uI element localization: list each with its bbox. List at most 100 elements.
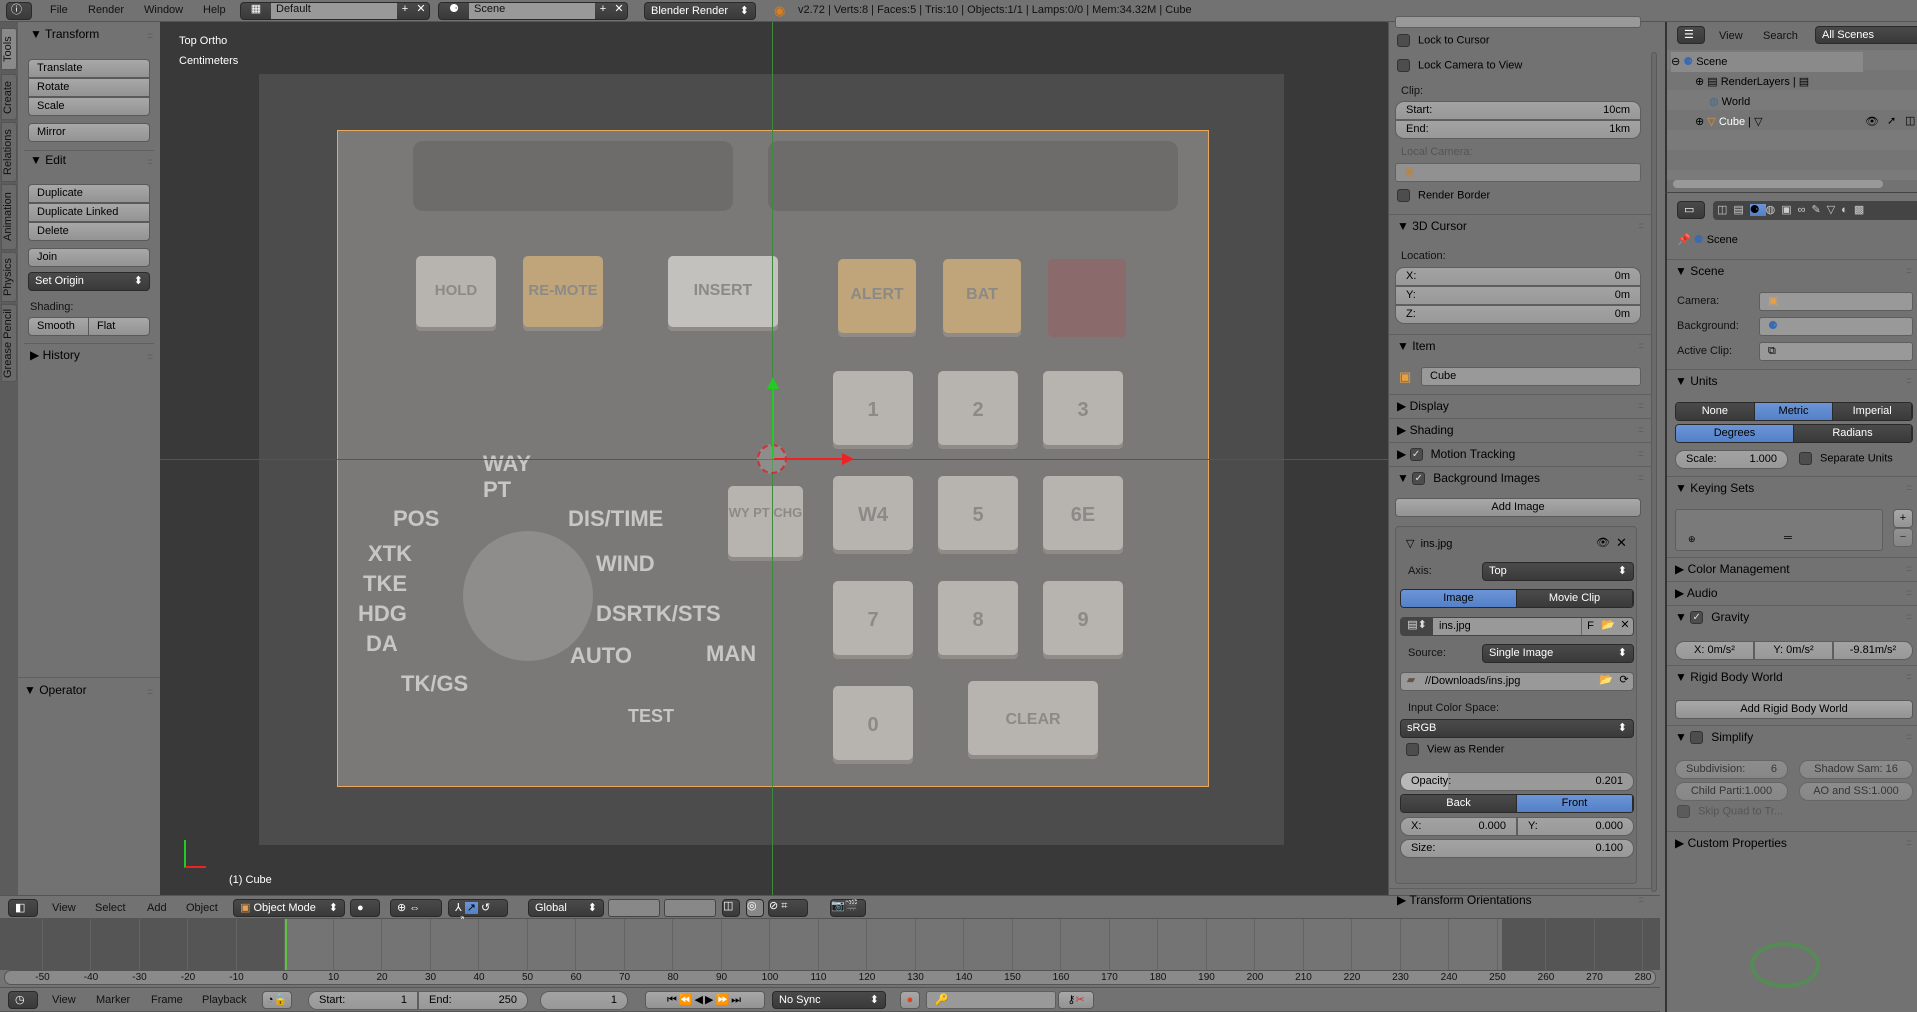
panel-3d-cursor[interactable]: ▼ 3D Cursor::::	[1389, 214, 1651, 236]
tab-animation[interactable]: Animation	[1, 184, 17, 250]
insert-keyframe-icons[interactable]: ⚷✂	[1058, 991, 1094, 1009]
menu-window[interactable]: Window	[144, 4, 183, 16]
lock-camera-icon[interactable]: ◫	[722, 899, 740, 917]
image-file-selector[interactable]: ▤⬍ ins.jpg F 📂 ✕	[1400, 617, 1634, 636]
axis-dropdown[interactable]: Top ⬍	[1482, 562, 1634, 581]
panel-header-history[interactable]: ▶ History	[30, 348, 80, 362]
skip-quad-checkbox[interactable]: Skip Quad to Tr...	[1677, 805, 1783, 818]
menu-select[interactable]: Select	[95, 902, 126, 914]
separate-units-checkbox[interactable]: Separate Units	[1799, 452, 1893, 465]
open-folder-icon[interactable]: 📂	[1599, 618, 1617, 635]
panel-rigid-body-world[interactable]: ▼ Rigid Body World::::	[1667, 665, 1917, 687]
unlink-icon[interactable]: ✕	[1617, 618, 1633, 635]
panel-motion-tracking[interactable]: ▶ ✓ Motion Tracking::::	[1389, 442, 1651, 464]
clip-end-field[interactable]: End: 1km	[1395, 120, 1641, 139]
render-border-checkbox[interactable]: Render Border	[1397, 189, 1490, 202]
display-mode-dropdown[interactable]: All Scenes	[1815, 26, 1917, 44]
tab-tools[interactable]: Tools	[1, 28, 17, 70]
remove-keying-set-button[interactable]: −	[1893, 528, 1913, 547]
front-button[interactable]: Front	[1517, 795, 1633, 812]
unit-system-toggle[interactable]: None Metric Imperial	[1675, 402, 1913, 421]
offset-y-field[interactable]: Y: 0.000	[1517, 817, 1634, 836]
join-button[interactable]: Join	[28, 248, 150, 267]
editor-type-properties-button[interactable]: ▭	[1677, 201, 1705, 219]
browse-file-icon[interactable]: 📂	[1597, 673, 1615, 690]
outliner-menu-search[interactable]: Search	[1763, 30, 1798, 42]
editor-type-outliner-button[interactable]: ☰	[1677, 26, 1705, 44]
pivot-dropdown[interactable]: ⊕ ⇔	[390, 899, 442, 917]
panel-transform-orientations[interactable]: ▶ Transform Orientations::::	[1389, 888, 1651, 910]
close-icon[interactable]: ✕	[413, 3, 429, 19]
viewport-shading-dropdown[interactable]: ●	[350, 899, 380, 917]
unit-metric[interactable]: Metric	[1754, 403, 1834, 420]
clip-start-field[interactable]: Start: 10cm	[1395, 101, 1641, 120]
image-source-toggle[interactable]: Image Movie Clip	[1400, 589, 1634, 608]
eye-icon[interactable]: 👁	[1596, 536, 1610, 549]
x-arrow-handle[interactable]	[774, 458, 844, 460]
rotate-button[interactable]: Rotate	[28, 78, 150, 97]
panel-header-operator[interactable]: ▼ Operator	[24, 683, 87, 697]
timeline-ruler[interactable]: -50 -40 -30 -20 -10 0 10 20 30 40 50 60 70 80 90 100 110…	[4, 970, 1656, 985]
outliner-item-renderlayers[interactable]: ⊕ ▤ RenderLayers | ▤	[1695, 72, 1809, 92]
child-particles-field[interactable]: Child Parti:1.000	[1675, 782, 1788, 801]
selectable-cursor-icon[interactable]: ➚	[1887, 114, 1896, 127]
timeline-menu-view[interactable]: View	[52, 994, 76, 1006]
snap-icon[interactable]: ⊘ ⌗	[768, 899, 808, 917]
preview-range-icon[interactable]: ◔🔒	[262, 991, 292, 1009]
render-opengl-icons[interactable]: 📷🎬	[830, 899, 866, 917]
remove-image-icon[interactable]: ✕	[1616, 535, 1627, 551]
editor-type-timeline-button[interactable]: ◷	[8, 991, 38, 1009]
add-keying-set-button[interactable]: +	[1893, 509, 1913, 528]
cursor-y-field[interactable]: Y: 0m	[1395, 286, 1641, 305]
sync-mode-dropdown[interactable]: No Sync ⬍	[772, 991, 886, 1009]
radians-button[interactable]: Radians	[1794, 425, 1912, 442]
movie-clip-tab[interactable]: Movie Clip	[1517, 590, 1633, 607]
reload-icon[interactable]: ⟳	[1615, 673, 1633, 690]
timeline-menu-frame[interactable]: Frame	[151, 994, 183, 1006]
local-camera-field[interactable]: ▣	[1395, 163, 1641, 182]
panel-keying-sets[interactable]: ▼ Keying Sets::::	[1667, 476, 1917, 498]
fake-user-button[interactable]: F	[1581, 618, 1599, 635]
back-button[interactable]: Back	[1401, 795, 1517, 812]
active-clip-field[interactable]: ⧉	[1759, 342, 1913, 361]
shadow-samples-field[interactable]: Shadow Sam: 16	[1799, 760, 1913, 779]
outliner-item-world[interactable]: ◍ World	[1709, 92, 1750, 112]
panel-simplify[interactable]: ▼ Simplify::::	[1667, 725, 1917, 747]
panel-header-transform[interactable]: ▼ Transform	[30, 27, 99, 41]
menu-add[interactable]: Add	[147, 902, 167, 914]
editor-type-info-button[interactable]: ⓘ	[6, 2, 32, 20]
object-name-field[interactable]: Cube	[1421, 367, 1641, 386]
tab-grease-pencil[interactable]: Grease Pencil	[1, 304, 17, 382]
menu-render[interactable]: Render	[88, 4, 124, 16]
timeline[interactable]: -50 -40 -30 -20 -10 0 10 20 30 40 50 60 70 80 90 100 110…	[0, 919, 1660, 986]
mirror-button[interactable]: Mirror	[28, 123, 150, 142]
editor-type-3dview-button[interactable]: ◧	[8, 899, 38, 917]
cursor-z-field[interactable]: Z: 0m	[1395, 305, 1641, 324]
panel-units[interactable]: ▼ Units::::	[1667, 369, 1917, 391]
camera-field[interactable]: ▣	[1759, 292, 1913, 311]
panel-gravity[interactable]: ▼ ✓ Gravity::::	[1667, 605, 1917, 627]
color-space-dropdown[interactable]: sRGB ⬍	[1400, 719, 1634, 738]
panel-background-images[interactable]: ▼ ✓ Background Images::::	[1389, 466, 1651, 488]
tab-physics[interactable]: Physics	[1, 252, 17, 302]
cursor-x-field[interactable]: X: 0m	[1395, 267, 1641, 286]
panel-scene[interactable]: ▼ Scene::::	[1667, 259, 1917, 281]
panel-item[interactable]: ▼ Item::::	[1389, 334, 1651, 356]
view-as-render-checkbox[interactable]: View as Render	[1406, 743, 1504, 756]
lock-camera-checkbox[interactable]: Lock Camera to View	[1397, 59, 1522, 72]
keying-set-field[interactable]: 🔑	[926, 991, 1056, 1009]
keying-sets-list[interactable]: ⊕ ═	[1675, 509, 1883, 551]
add-image-button[interactable]: Add Image	[1395, 498, 1641, 517]
render-engine-dropdown[interactable]: Blender Render ⬍	[644, 2, 756, 20]
gravity-z-field[interactable]: -9.81m/s²	[1833, 641, 1913, 660]
panel-color-management[interactable]: ▶ Color Management::::	[1667, 557, 1917, 579]
gravity-y-field[interactable]: Y: 0m/s²	[1754, 641, 1833, 660]
panel-audio[interactable]: ▶ Audio::::	[1667, 581, 1917, 603]
layout-selector[interactable]: ▦ Default + ✕	[240, 2, 430, 20]
outliner-scrollbar[interactable]	[1673, 180, 1883, 188]
unit-imperial[interactable]: Imperial	[1833, 403, 1912, 420]
unit-none[interactable]: None	[1676, 403, 1755, 420]
flat-button[interactable]: Flat	[88, 317, 150, 336]
playback-controls[interactable]: ⏮⏪◀▶⏩⏭	[645, 991, 765, 1009]
mode-dropdown[interactable]: ▣ Object Mode ⬍	[233, 899, 345, 917]
